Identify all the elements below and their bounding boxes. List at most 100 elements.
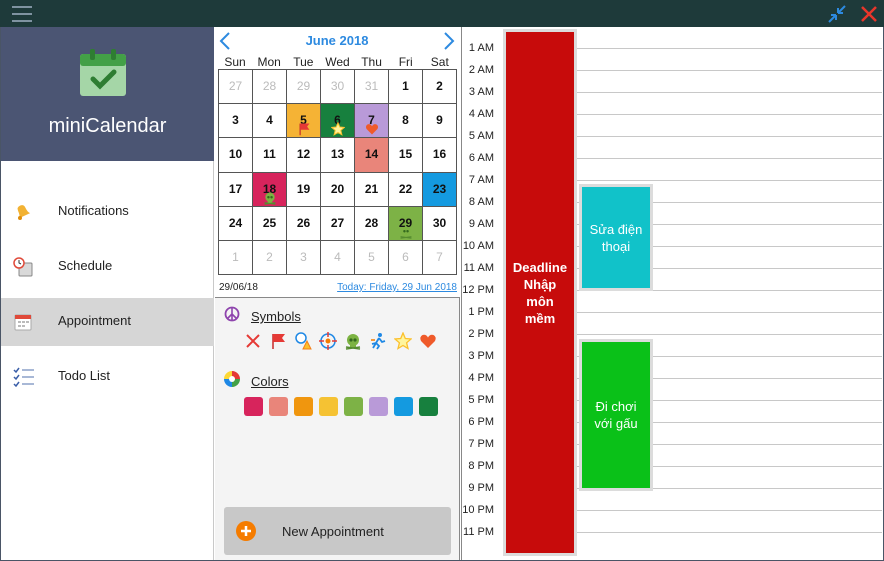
x-icon[interactable] (244, 332, 262, 350)
calendar-day-cell[interactable]: 12 (287, 138, 321, 173)
hour-grid-line (577, 180, 882, 181)
calendar-day-cell[interactable]: 9 (423, 104, 457, 139)
calendar-day-cell[interactable]: 29 (389, 206, 423, 241)
calendar-day-cell[interactable]: 26 (287, 206, 321, 241)
color-swatch[interactable] (369, 397, 388, 416)
skull-icon[interactable] (344, 332, 362, 350)
hour-label: 10 PM (462, 504, 494, 516)
calendar-day-cell[interactable]: 23 (423, 172, 457, 207)
checklist-icon (13, 367, 34, 388)
target-icon[interactable] (319, 332, 337, 350)
color-swatch[interactable] (244, 397, 263, 416)
calendar-day-cell[interactable]: 4 (321, 240, 355, 275)
star-icon[interactable] (393, 331, 413, 350)
calendar-day-cell[interactable]: 20 (321, 172, 355, 207)
calendar-day-cell[interactable]: 6 (321, 104, 355, 139)
chevron-right-icon[interactable] (442, 31, 456, 51)
color-swatch[interactable] (419, 397, 438, 416)
calendar-day-cell[interactable]: 4 (253, 104, 287, 139)
hour-grid-line (577, 312, 882, 313)
hour-label: 1 PM (468, 306, 494, 318)
calendar-day-cell[interactable]: 28 (355, 206, 389, 241)
calendar-day-cell[interactable]: 16 (423, 138, 457, 173)
calendar-day-cell[interactable]: 29 (287, 70, 321, 105)
calendar-day-cell[interactable]: 18 (253, 172, 287, 207)
hour-label: 8 PM (468, 460, 494, 472)
warning-icon[interactable] (294, 332, 312, 350)
weekday-label: Wed (325, 55, 350, 69)
today-link[interactable]: Today: Friday, 29 Jun 2018 (320, 282, 457, 293)
heart-icon[interactable] (419, 332, 437, 350)
calendar-day-cell[interactable]: 2 (423, 70, 457, 105)
hour-grid-line (577, 48, 882, 49)
sidebar-item-appointment[interactable]: Appointment (1, 298, 214, 346)
day-number: 27 (228, 79, 243, 93)
hour-label: 11 PM (463, 526, 494, 538)
hour-label: 9 PM (468, 482, 494, 494)
calendar-day-cell[interactable]: 25 (253, 206, 287, 241)
calendar-day-cell[interactable]: 7 (355, 104, 389, 139)
close-icon[interactable] (858, 3, 880, 25)
color-swatch[interactable] (269, 397, 288, 416)
calendar-day-cell[interactable]: 19 (287, 172, 321, 207)
calendar-day-cell[interactable]: 3 (287, 240, 321, 275)
calendar-day-cell[interactable]: 2 (253, 240, 287, 275)
calendar-day-cell[interactable]: 8 (389, 104, 423, 139)
calendar-day-cell[interactable]: 3 (219, 104, 253, 139)
day-number: 24 (228, 215, 243, 230)
hour-label: 7 AM (468, 174, 494, 186)
calendar-day-cell[interactable]: 22 (389, 172, 423, 207)
day-number: 14 (364, 147, 379, 162)
appointment-block[interactable]: Đi chơi với gấu (579, 339, 653, 491)
hour-label: 4 PM (468, 372, 494, 384)
day-number: 25 (262, 215, 277, 230)
calendar-day-cell[interactable]: 17 (219, 172, 253, 207)
calendar-day-cell[interactable]: 10 (219, 138, 253, 173)
weekday-label: Mon (257, 55, 281, 69)
hamburger-icon[interactable] (12, 5, 32, 23)
day-number: 31 (364, 79, 379, 93)
flag-icon[interactable] (269, 332, 287, 350)
calendar-day-cell[interactable]: 15 (389, 138, 423, 173)
calendar-day-cell[interactable]: 14 (355, 138, 389, 173)
calendar-day-cell[interactable]: 11 (253, 138, 287, 173)
calendar-day-cell[interactable]: 27 (321, 206, 355, 241)
calendar-day-cell[interactable]: 1 (389, 70, 423, 105)
color-swatch[interactable] (394, 397, 413, 416)
sidebar-item-schedule[interactable]: Schedule (1, 243, 214, 291)
calendar-day-cell[interactable]: 1 (219, 240, 253, 275)
app-logo-icon (79, 47, 127, 97)
hour-label: 3 PM (468, 350, 494, 362)
calendar-day-cell[interactable]: 6 (389, 240, 423, 275)
calendar-day-cell[interactable]: 24 (219, 206, 253, 241)
appointment-block[interactable]: Sửa điện thoại (579, 184, 653, 291)
calendar-day-cell[interactable]: 30 (321, 70, 355, 105)
color-swatch[interactable] (294, 397, 313, 416)
calendar-day-cell[interactable]: 28 (253, 70, 287, 105)
calendar-day-cell[interactable]: 30 (423, 206, 457, 241)
hour-grid-line (577, 114, 882, 115)
day-number: 6 (402, 249, 409, 264)
hour-label: 6 AM (468, 152, 494, 164)
calendar-day-cell[interactable]: 7 (423, 240, 457, 275)
color-swatch[interactable] (319, 397, 338, 416)
calendar-day-cell[interactable]: 5 (287, 104, 321, 139)
sidebar-item-todo-list[interactable]: Todo List (1, 353, 214, 401)
chevron-left-icon[interactable] (218, 31, 232, 51)
hour-grid-line (577, 334, 882, 335)
colors-label: Colors (251, 374, 289, 389)
runner-icon[interactable] (369, 332, 387, 350)
calendar-day-cell[interactable]: 27 (219, 70, 253, 105)
new-appointment-button[interactable]: New Appointment (224, 507, 451, 555)
color-swatch[interactable] (344, 397, 363, 416)
calendar-day-cell[interactable]: 13 (321, 138, 355, 173)
day-number: 5 (368, 249, 375, 264)
calendar-day-cell[interactable]: 21 (355, 172, 389, 207)
appointment-block[interactable]: Deadline Nhập môn mềm (503, 29, 577, 556)
calendar-day-cell[interactable]: 31 (355, 70, 389, 105)
calendar-day-cell[interactable]: 5 (355, 240, 389, 275)
minimize-arrows-icon[interactable] (826, 3, 848, 25)
sidebar-item-notifications[interactable]: Notifications (1, 188, 214, 236)
hour-label: 2 PM (468, 328, 494, 340)
calendar-month-label: June 2018 (305, 33, 369, 48)
